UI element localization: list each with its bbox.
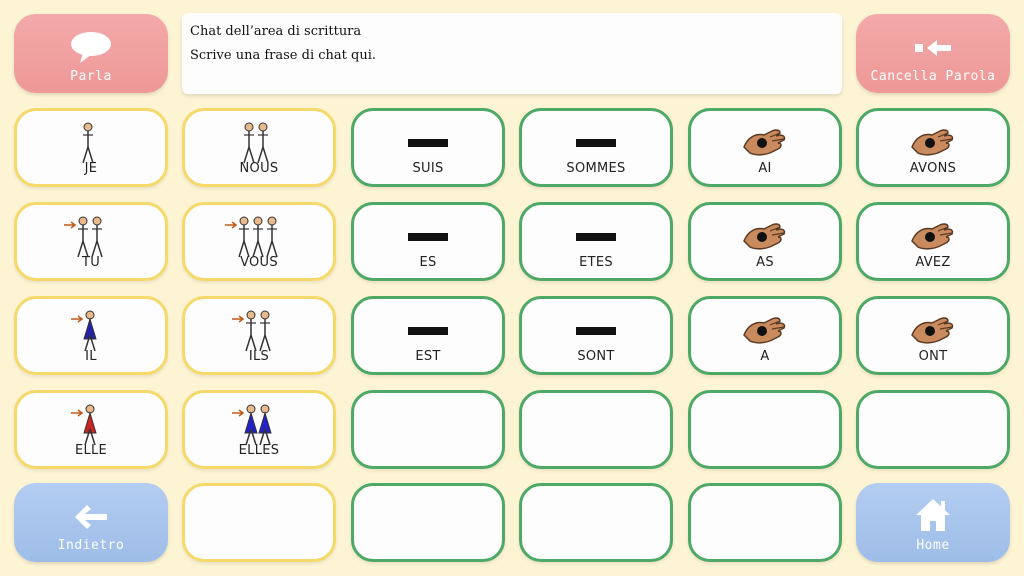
dash-icon [354, 119, 502, 167]
word-tile-es[interactable]: ES [351, 202, 505, 281]
home-label: Home [916, 538, 950, 553]
group-they-icon [185, 307, 333, 355]
word-tile-a[interactable]: A [688, 296, 842, 375]
dash-icon [354, 307, 502, 355]
speak-button[interactable]: Parla [14, 14, 168, 93]
dash-icon [354, 213, 502, 261]
word-tile-elles[interactable]: ELLES [182, 390, 336, 469]
empty-tile[interactable] [182, 483, 336, 562]
empty-tile[interactable] [856, 390, 1010, 469]
person-she-icon [17, 401, 165, 449]
empty-tile[interactable] [351, 483, 505, 562]
word-tile-suis[interactable]: SUIS [351, 108, 505, 187]
person-he-icon [17, 307, 165, 355]
word-tile-elle[interactable]: ELLE [14, 390, 168, 469]
hand-have-icon [859, 119, 1007, 167]
message-area-title: Chat dell’area di scrittura [190, 24, 362, 39]
word-tile-ai[interactable]: AI [688, 108, 842, 187]
dash-icon [522, 119, 670, 167]
empty-tile[interactable] [688, 390, 842, 469]
delete-word-icon [915, 40, 951, 56]
person-me-icon [17, 119, 165, 167]
word-tile-je[interactable]: JE [14, 108, 168, 187]
word-tile-as[interactable]: AS [688, 202, 842, 281]
empty-tile[interactable] [688, 483, 842, 562]
hand-have-icon [859, 307, 1007, 355]
word-tile-ils[interactable]: ILS [182, 296, 336, 375]
hand-have-icon [691, 119, 839, 167]
empty-tile[interactable] [519, 483, 673, 562]
speak-label: Parla [70, 69, 112, 84]
word-tile-avez[interactable]: AVEZ [856, 202, 1010, 281]
word-tile-nous[interactable]: NOUS [182, 108, 336, 187]
dash-icon [522, 213, 670, 261]
hand-have-icon [859, 213, 1007, 261]
group-you-icon [185, 213, 333, 261]
person-you-icon [17, 213, 165, 261]
back-label: Indietro [57, 538, 125, 553]
hand-have-icon [691, 213, 839, 261]
hand-have-icon [691, 307, 839, 355]
aac-board: Parla Chat dell’area di scrittura Scrive… [0, 0, 1024, 576]
word-tile-tu[interactable]: TU [14, 202, 168, 281]
empty-tile[interactable] [519, 390, 673, 469]
word-tile-ont[interactable]: ONT [856, 296, 1010, 375]
word-tile-il[interactable]: IL [14, 296, 168, 375]
word-tile-est[interactable]: EST [351, 296, 505, 375]
message-input-area[interactable]: Chat dell’area di scrittura Scrive una f… [182, 13, 842, 94]
clear-word-button[interactable]: Cancella Parola [856, 14, 1010, 93]
arrow-left-icon [75, 505, 107, 529]
clear-word-label: Cancella Parola [870, 69, 996, 84]
home-button[interactable]: Home [856, 483, 1010, 562]
group-they-female-icon [185, 401, 333, 449]
word-tile-etes[interactable]: ETES [519, 202, 673, 281]
empty-tile[interactable] [351, 390, 505, 469]
word-tile-vous[interactable]: VOUS [182, 202, 336, 281]
word-tile-sommes[interactable]: SOMMES [519, 108, 673, 187]
back-button[interactable]: Indietro [14, 483, 168, 562]
message-area-hint: Scrive una frase di chat qui. [190, 48, 376, 63]
house-icon [916, 499, 950, 531]
word-tile-sont[interactable]: SONT [519, 296, 673, 375]
dash-icon [522, 307, 670, 355]
speech-bubble-icon [71, 32, 111, 63]
group-we-icon [185, 119, 333, 167]
word-tile-avons[interactable]: AVONS [856, 108, 1010, 187]
